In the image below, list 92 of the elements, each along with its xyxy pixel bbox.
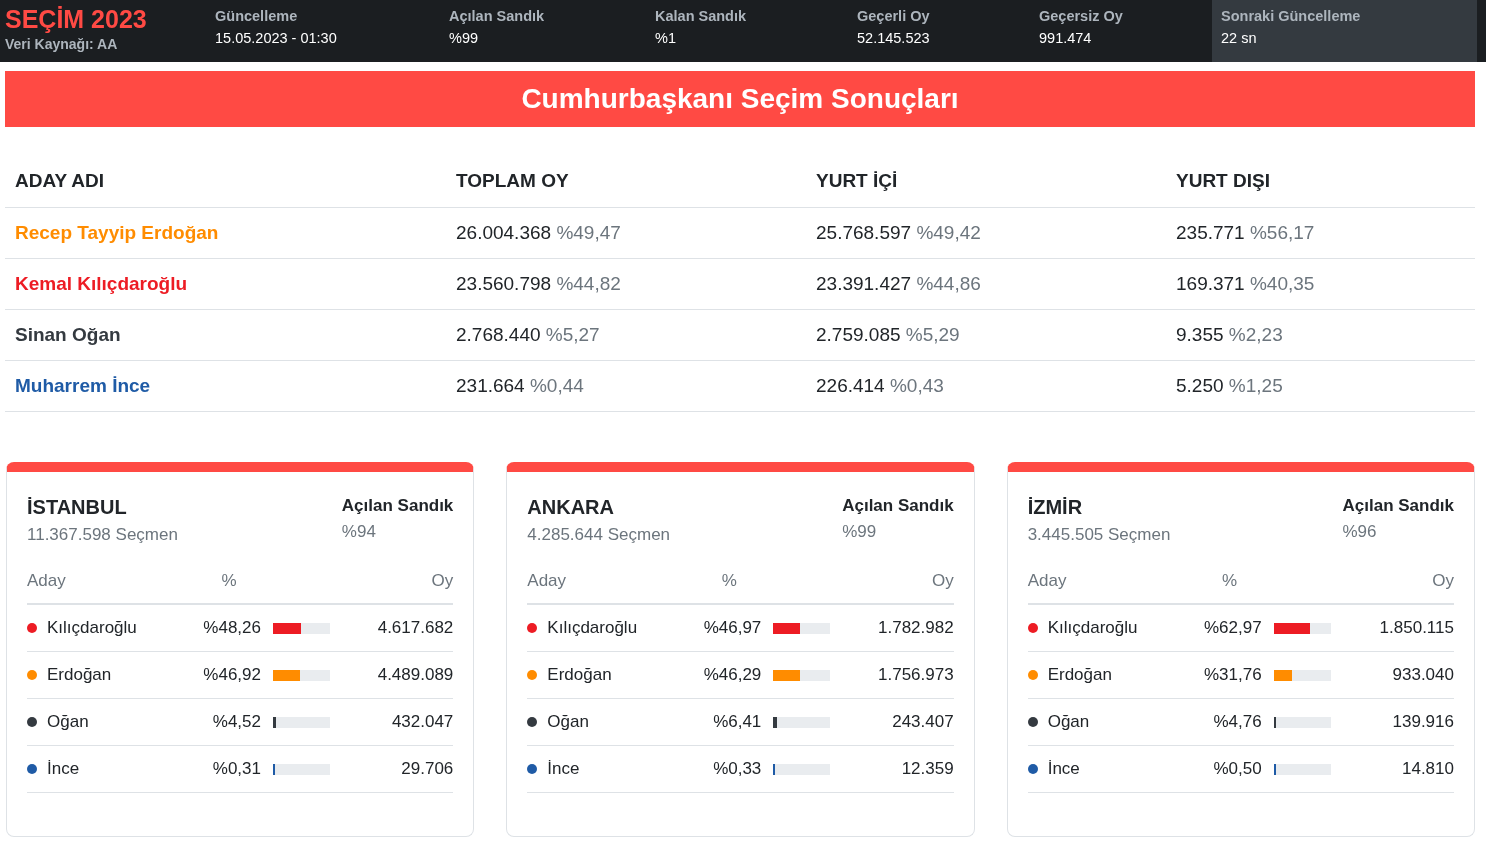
column-header: Oy: [1431, 571, 1454, 591]
logo-text: SEÇİM 2023: [5, 4, 148, 34]
stat-label: Geçersiz Oy: [1039, 8, 1124, 24]
percent-value: %62,97: [1203, 618, 1262, 638]
table-cell-text: 23.391.427 %44,86: [815, 273, 982, 295]
candidate-name: Recep Tayyip Erdoğan: [14, 222, 220, 244]
stat-value: %99: [449, 30, 480, 46]
stat-label: Açılan Sandık: [449, 8, 546, 24]
city-name: İZMİR: [1027, 496, 1084, 519]
candidate-name: İnce: [1047, 759, 1080, 779]
vote-count: 14.810: [1401, 759, 1454, 779]
percent-value: %48,26: [202, 618, 261, 638]
stat-value: 991.474: [1039, 30, 1093, 46]
candidate-name: Kılıçdaroğlu: [1047, 618, 1138, 638]
percent-value: %31,76: [1203, 665, 1262, 685]
table-cell-text: 23.560.798 %44,82: [455, 273, 622, 295]
table-cell-text: 26.004.368 %49,47: [455, 222, 622, 244]
vote-count: 4.489.089: [376, 665, 454, 685]
voter-count: 3.445.505 Seçmen: [1027, 525, 1171, 545]
table-cell-text: 9.355 %2,23: [1175, 324, 1284, 346]
table-cell-text: 169.371 %40,35: [1175, 273, 1316, 295]
opened-value: %94: [341, 522, 377, 542]
candidate-name: İnce: [547, 759, 580, 779]
candidate-name: Erdoğan: [1047, 665, 1112, 685]
stat-value: 22 sn: [1221, 30, 1258, 46]
opened-label: Açılan Sandık: [842, 496, 954, 516]
table-cell-text: 231.664 %0,44: [455, 375, 585, 397]
table-cell-text: 2.768.440 %5,27: [455, 324, 601, 346]
candidate-name: Oğan: [547, 712, 589, 732]
vote-count: 1.756.973: [877, 665, 954, 685]
column-header: %: [220, 571, 238, 591]
percent-value: %46,97: [702, 618, 762, 638]
vote-count: 933.040: [1391, 665, 1454, 685]
city-name: İSTANBUL: [27, 496, 128, 519]
column-header: %: [1221, 571, 1239, 591]
opened-label: Açılan Sandık: [1342, 496, 1454, 516]
candidate-name: Kılıçdaroğlu: [47, 618, 137, 638]
candidate-name: Erdoğan: [547, 665, 612, 685]
percent-value: %4,76: [1212, 712, 1262, 732]
column-header: Aday: [527, 571, 568, 591]
vote-count: 12.359: [900, 759, 954, 779]
percent-value: %46,29: [702, 665, 762, 685]
candidate-name: Muharrem İnce: [14, 375, 152, 397]
column-header: %: [720, 571, 738, 591]
page-title: Cumhurbaşkanı Seçim Sonuçları: [521, 83, 959, 115]
percent-value: %0,33: [712, 759, 762, 779]
stat-label: Sonraki Güncelleme: [1221, 8, 1362, 24]
column-header: TOPLAM OY: [455, 170, 570, 192]
percent-value: %46,92: [202, 665, 261, 685]
column-header: Aday: [27, 571, 67, 591]
candidate-name: Erdoğan: [47, 665, 112, 685]
data-source: Veri Kaynağı: AA: [5, 36, 119, 52]
percent-value: %0,50: [1212, 759, 1262, 779]
stat-label: Güncelleme: [215, 8, 299, 24]
percent-value: %0,31: [211, 759, 261, 779]
city-name: ANKARA: [527, 496, 615, 519]
table-cell-text: 226.414 %0,43: [815, 375, 945, 397]
voter-count: 4.285.644 Seçmen: [527, 525, 671, 545]
column-header: Oy: [930, 571, 954, 591]
candidate-name: Kemal Kılıçdaroğlu: [14, 273, 189, 295]
column-header: ADAY ADI: [14, 170, 106, 192]
vote-count: 243.407: [891, 712, 954, 732]
vote-count: 29.706: [400, 759, 454, 779]
vote-count: 432.047: [390, 712, 454, 732]
vote-count: 4.617.682: [376, 618, 454, 638]
stat-label: Kalan Sandık: [655, 8, 748, 24]
voter-count: 11.367.598 Seçmen: [27, 525, 178, 545]
stat-value: 15.05.2023 - 01:30: [215, 30, 338, 46]
vote-count: 1.850.115: [1378, 618, 1454, 638]
stat-label: Geçerli Oy: [857, 8, 931, 24]
vote-count: 139.916: [1391, 712, 1454, 732]
stat-value: 52.145.523: [857, 30, 931, 46]
stat-value: %1: [655, 30, 677, 46]
candidate-name: Sinan Oğan: [14, 324, 122, 346]
opened-value: %99: [842, 522, 878, 542]
percent-value: %6,41: [712, 712, 762, 732]
table-cell-text: 2.759.085 %5,29: [815, 324, 961, 346]
candidate-name: İnce: [47, 759, 80, 779]
table-cell-text: 25.768.597 %49,42: [815, 222, 982, 244]
table-cell-text: 5.250 %1,25: [1175, 375, 1284, 397]
opened-label: Açılan Sandık: [341, 496, 454, 516]
percent-value: %4,52: [211, 712, 261, 732]
candidate-name: Oğan: [1047, 712, 1090, 732]
table-cell-text: 235.771 %56,17: [1175, 222, 1316, 244]
column-header: YURT İÇİ: [815, 170, 899, 192]
opened-value: %96: [1342, 522, 1378, 542]
column-header: Aday: [1027, 571, 1068, 591]
candidate-name: Kılıçdaroğlu: [547, 618, 638, 638]
vote-count: 1.782.982: [877, 618, 954, 638]
column-header: Oy: [430, 571, 454, 591]
column-header: YURT DIŞI: [1175, 170, 1271, 192]
candidate-name: Oğan: [47, 712, 89, 732]
